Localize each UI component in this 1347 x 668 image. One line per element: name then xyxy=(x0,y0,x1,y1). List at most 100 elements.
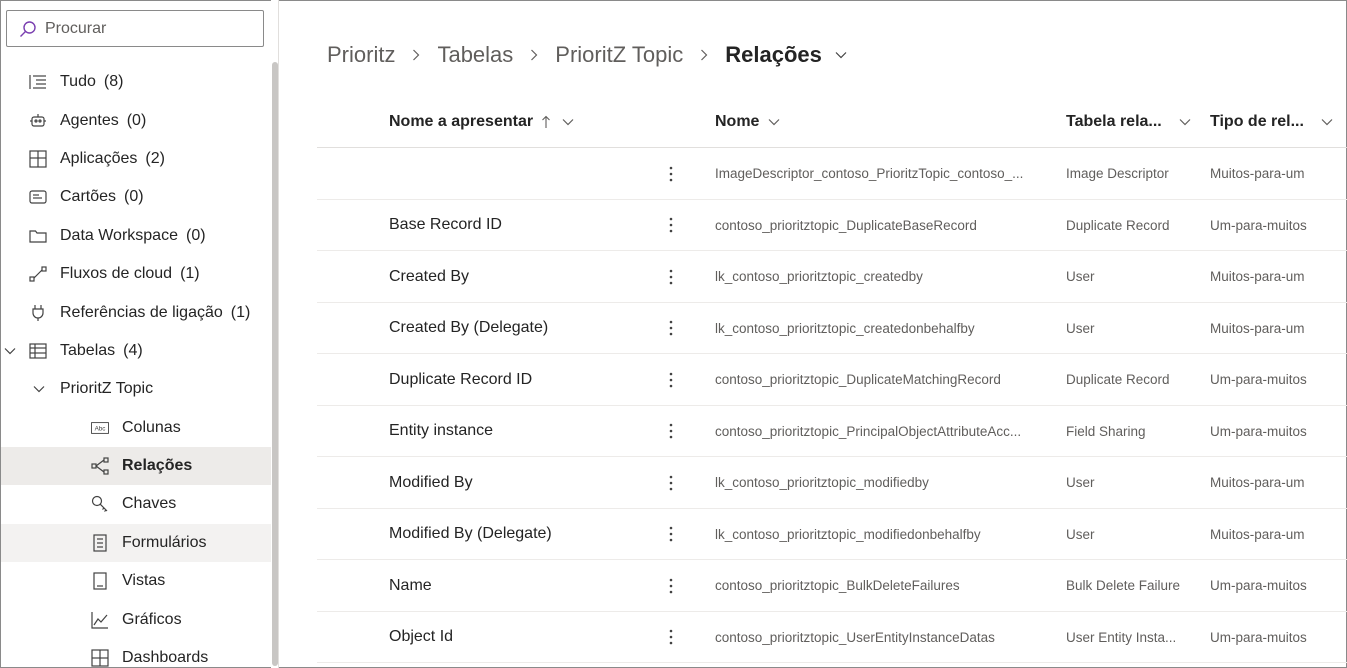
table-row[interactable]: Object Id contoso_prioritztopic_UserEntit… xyxy=(317,612,1347,663)
relationship-type-cell: Muitos-para-um xyxy=(1210,166,1305,181)
display-name-cell[interactable]: Modified By (Delegate) xyxy=(389,509,649,560)
more-options-icon[interactable] xyxy=(661,303,681,354)
schema-name-cell: contoso_prioritztopic_DuplicateMatchingR… xyxy=(715,372,1001,387)
schema-name-cell: contoso_prioritztopic_UserEntityInstance… xyxy=(715,629,995,645)
sidebar-item-count: (8) xyxy=(103,73,124,91)
table-row[interactable]: Modified By lk_contoso_prioritztopic_modi… xyxy=(317,457,1347,509)
sidebar-item-count: (1) xyxy=(180,265,200,283)
sidebar-item-aplicacoes[interactable]: Aplicações (2) xyxy=(1,140,271,178)
table-row[interactable]: Entity instance contoso_prioritztopic_Pri… xyxy=(317,406,1347,457)
sidebar-item-formularios[interactable]: Formulários xyxy=(1,523,271,563)
search-box[interactable] xyxy=(6,10,264,47)
display-name-cell[interactable]: Created By (Delegate) xyxy=(389,303,649,354)
sidebar-item-label: Relações xyxy=(122,457,193,475)
relationships-table: Nome a apresentar Nome Tabela rela... Ti… xyxy=(317,97,1347,663)
columns-icon: Abc xyxy=(91,419,109,437)
sidebar-item-data-workspace[interactable]: Data Workspace (0) xyxy=(1,217,271,255)
sidebar-item-graficos[interactable]: Gráficos xyxy=(1,600,271,638)
display-name-cell[interactable]: Entity instance xyxy=(389,406,649,457)
folder-icon xyxy=(29,227,47,245)
schema-name-cell: lk_contoso_prioritztopic_modifiedby xyxy=(715,475,929,490)
column-header-name[interactable]: Nome xyxy=(715,97,781,147)
sidebar-item-relacoes[interactable]: Relações xyxy=(1,446,271,486)
chevron-down-icon[interactable] xyxy=(3,344,17,358)
sidebar-item-count: (0) xyxy=(126,111,147,129)
breadcrumb-item-prioritz[interactable]: Prioritz xyxy=(327,42,395,68)
relationship-icon xyxy=(91,457,109,475)
sidebar-item-fluxos-de-cloud[interactable]: Fluxos de cloud (1) xyxy=(1,255,271,293)
sidebar-item-label: Dashboards xyxy=(122,649,209,667)
sidebar: Tudo (8) Agentes (0) Aplicações (2) Cartões… xyxy=(1,1,278,667)
flow-icon xyxy=(29,265,47,283)
table-row[interactable]: Base Record ID contoso_prioritztopic_Dupl… xyxy=(317,200,1347,251)
more-options-icon[interactable] xyxy=(661,251,681,302)
sidebar-item-count: (1) xyxy=(230,303,251,321)
column-header-display-name[interactable]: Nome a apresentar xyxy=(389,97,575,147)
more-options-icon[interactable] xyxy=(661,612,681,663)
sidebar-nav: Tudo (8) Agentes (0) Aplicações (2) Cartões… xyxy=(1,63,271,667)
breadcrumb-item-tabelas[interactable]: Tabelas xyxy=(437,42,513,68)
column-header-relationship-type[interactable]: Tipo de rel... xyxy=(1210,97,1334,147)
related-table-cell: Field Sharing xyxy=(1066,423,1146,439)
table-row[interactable]: Name contoso_prioritztopic_BulkDeleteFail… xyxy=(317,560,1347,612)
sidebar-item-agentes[interactable]: Agentes (0) xyxy=(1,101,271,139)
display-name-cell[interactable]: Modified By xyxy=(389,457,649,508)
key-icon xyxy=(91,495,109,513)
display-name-cell[interactable] xyxy=(389,148,649,199)
search-input[interactable] xyxy=(45,19,245,38)
sidebar-item-label: Agentes xyxy=(60,111,119,129)
display-name-cell[interactable]: Object Id xyxy=(389,612,649,663)
chevron-down-icon[interactable] xyxy=(767,115,781,129)
more-options-icon[interactable] xyxy=(661,457,681,508)
apps-icon xyxy=(29,150,47,168)
display-name-cell[interactable]: Duplicate Record ID xyxy=(389,354,649,405)
schema-name-cell: lk_contoso_prioritztopic_createdonbehalf… xyxy=(715,320,975,336)
chevron-down-icon[interactable] xyxy=(834,48,848,62)
display-name-cell[interactable]: Base Record ID xyxy=(389,200,649,251)
more-options-icon[interactable] xyxy=(661,354,681,405)
display-name-cell[interactable]: Created By xyxy=(389,251,649,302)
chevron-right-icon xyxy=(409,48,423,62)
sidebar-item-label: Vistas xyxy=(122,572,166,590)
sidebar-item-dashboards[interactable]: Dashboards xyxy=(1,639,271,667)
table-row[interactable]: Created By lk_contoso_prioritztopic_creat… xyxy=(317,251,1347,303)
sidebar-item-chaves[interactable]: Chaves xyxy=(1,485,271,523)
sidebar-item-label: Chaves xyxy=(122,495,177,513)
display-name-cell[interactable]: Name xyxy=(389,560,649,611)
table-row[interactable]: Modified By (Delegate) lk_contoso_priorit… xyxy=(317,509,1347,560)
sidebar-item-label: Referências de ligação xyxy=(60,303,223,321)
breadcrumb-item-relacoes[interactable]: Relações xyxy=(725,42,822,68)
relationship-type-cell: Um-para-muitos xyxy=(1210,578,1307,593)
more-options-icon[interactable] xyxy=(661,406,681,457)
sidebar-item-tabelas[interactable]: Tabelas (4) xyxy=(1,332,271,370)
chevron-right-icon xyxy=(697,48,711,62)
related-table-cell: User xyxy=(1066,475,1095,490)
table-row[interactable]: ImageDescriptor_contoso_PrioritzTopic_co… xyxy=(317,148,1347,200)
table-body: ImageDescriptor_contoso_PrioritzTopic_co… xyxy=(317,148,1347,663)
table-row[interactable]: Created By (Delegate) lk_contoso_prioritz… xyxy=(317,303,1347,354)
sidebar-item-label: Colunas xyxy=(122,418,181,436)
table-row[interactable]: Duplicate Record ID contoso_prioritztopic… xyxy=(317,354,1347,406)
sidebar-item-prioritz-topic[interactable]: PrioritZ Topic xyxy=(1,370,271,408)
schema-name-cell: contoso_prioritztopic_DuplicateBaseRecor… xyxy=(715,217,977,233)
chevron-down-icon[interactable] xyxy=(1320,115,1334,129)
column-header-label: Nome xyxy=(715,113,760,130)
more-options-icon[interactable] xyxy=(661,148,681,199)
sidebar-item-vistas[interactable]: Vistas xyxy=(1,562,271,600)
sidebar-item-count: (0) xyxy=(124,188,144,206)
more-options-icon[interactable] xyxy=(661,200,681,251)
related-table-cell: User Entity Insta... xyxy=(1066,629,1177,645)
form-icon xyxy=(91,534,109,552)
sidebar-item-label: Gráficos xyxy=(122,610,182,628)
breadcrumb-item-prioritz-topic[interactable]: PrioritZ Topic xyxy=(555,42,683,68)
sidebar-item-tudo[interactable]: Tudo (8) xyxy=(1,63,271,101)
sidebar-item-referencias-de-ligacao[interactable]: Referências de ligação (1) xyxy=(1,293,271,331)
sidebar-item-cartoes[interactable]: Cartões (0) xyxy=(1,178,271,216)
more-options-icon[interactable] xyxy=(661,560,681,611)
column-header-related-table[interactable]: Tabela rela... xyxy=(1066,97,1192,147)
more-options-icon[interactable] xyxy=(661,509,681,560)
chevron-down-icon[interactable] xyxy=(561,115,575,129)
chevron-down-icon[interactable] xyxy=(32,382,46,396)
chevron-down-icon[interactable] xyxy=(1178,115,1192,129)
sidebar-item-colunas[interactable]: Abc Colunas xyxy=(1,409,271,447)
